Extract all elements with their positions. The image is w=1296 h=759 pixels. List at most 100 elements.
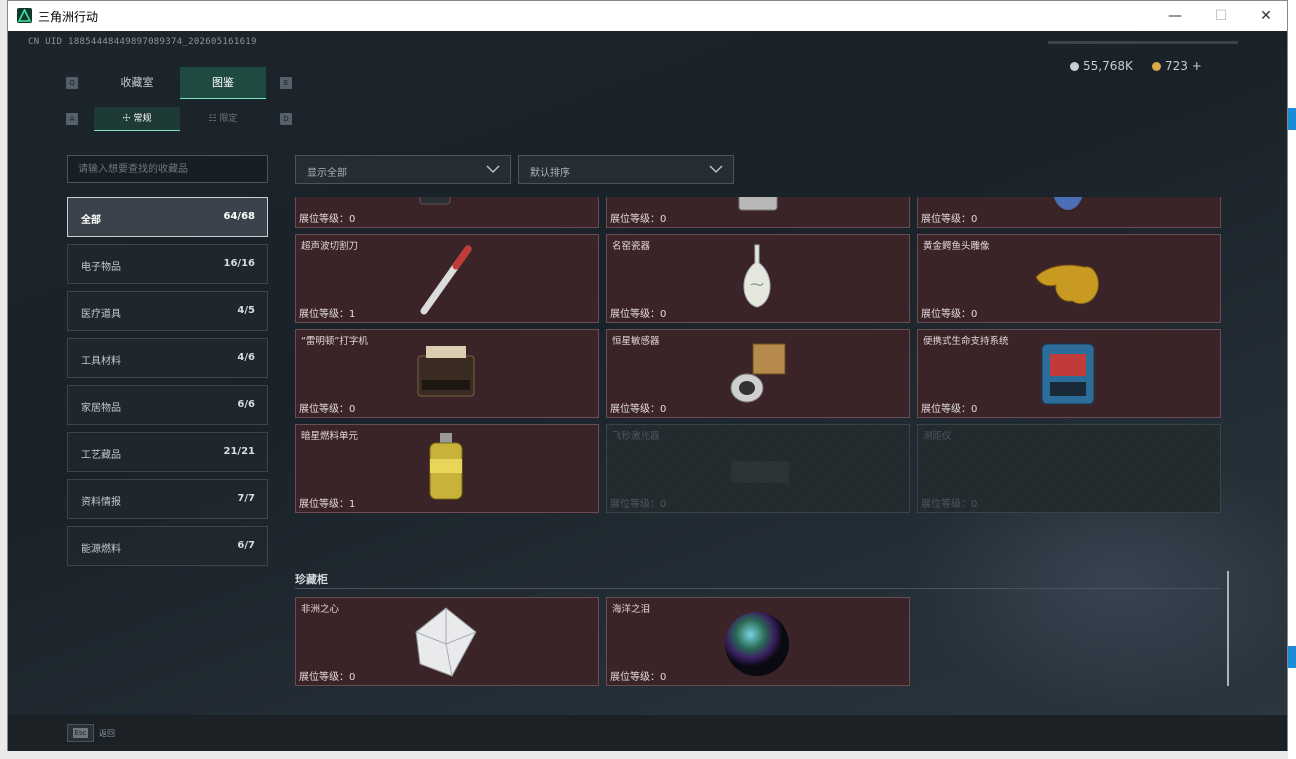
prev-tab-key: Q xyxy=(66,77,78,89)
golden-crocodile-icon xyxy=(1028,241,1108,319)
item-name: 名窑瓷器 xyxy=(612,241,651,252)
game-viewport: CN UID 18854448449897089374_202605161619… xyxy=(8,31,1287,751)
category-count: 16/16 xyxy=(223,258,255,269)
category-label: 电子物品 xyxy=(81,262,121,273)
esc-key-button[interactable]: Esc xyxy=(67,724,94,742)
maximize-button[interactable]: ☐ xyxy=(1198,5,1244,27)
display-filter-label: 显示全部 xyxy=(307,168,347,179)
category-count: 4/5 xyxy=(237,305,255,316)
category-item[interactable]: 工具材料 4/6 xyxy=(67,338,268,378)
collection-card[interactable]: 名窑瓷器展位等级：0 xyxy=(606,234,910,323)
category-item[interactable]: 资料情报 7/7 xyxy=(67,479,268,519)
section-divider xyxy=(295,588,1221,589)
display-level: 展位等级：1 xyxy=(299,499,356,510)
treasure-section-title: 珍藏柜 xyxy=(295,573,328,586)
rangefinder-icon xyxy=(1028,431,1108,509)
search-input[interactable] xyxy=(68,156,267,182)
collection-card[interactable]: 黄金鳄鱼头雕像 展位等级：0 xyxy=(917,234,1221,323)
chevron-down-icon xyxy=(709,165,723,173)
back-label[interactable]: 返回 xyxy=(99,728,115,739)
prev-subtab-key: A xyxy=(66,113,78,125)
item-name: 飞秒激光器 xyxy=(612,431,660,442)
subtab-regular[interactable]: ☩ 常规 xyxy=(94,107,180,131)
display-level: 展位等级：1 xyxy=(299,309,356,320)
star-sensor-icon xyxy=(717,336,797,414)
category-item[interactable]: 医疗道具 4/5 xyxy=(67,291,268,331)
item-name: 超声波切割刀 xyxy=(301,241,359,252)
topbar-divider xyxy=(1048,41,1238,44)
category-label: 能源燃料 xyxy=(81,544,121,555)
scrollbar[interactable] xyxy=(1227,571,1229,686)
category-label: 资料情报 xyxy=(81,497,121,508)
display-level: 展位等级：0 xyxy=(299,672,356,683)
collection-card[interactable]: 非洲之心展位等级：0 xyxy=(295,597,599,686)
category-count: 7/7 xyxy=(237,493,255,504)
category-item[interactable]: 电子物品 16/16 xyxy=(67,244,268,284)
gas-canister-icon xyxy=(1028,197,1108,224)
currency-silver: 55,768K xyxy=(1070,59,1133,73)
sort-dropdown[interactable]: 默认排序 xyxy=(518,155,734,184)
typewriter-icon xyxy=(406,336,486,414)
laser-icon xyxy=(717,431,797,509)
currency-gold[interactable]: 723 + xyxy=(1152,59,1202,73)
category-count: 21/21 xyxy=(223,446,255,457)
display-level: 展位等级：0 xyxy=(299,214,356,225)
game-window: 三角洲行动 — ☐ ✕ CN UID 18854448449897089374_… xyxy=(7,0,1288,751)
display-level: 展位等级：0 xyxy=(610,214,667,225)
item-name: 非洲之心 xyxy=(301,604,340,615)
collection-card[interactable]: 暗星燃料单元 展位等级：1 xyxy=(295,424,599,513)
display-level: 展位等级：0 xyxy=(299,404,356,415)
tab-collection-room[interactable]: 收藏室 xyxy=(94,67,180,99)
item-name: 暗星燃料单元 xyxy=(301,431,359,442)
collection-card[interactable]: 便携式生命支持系统 展位等级：0 xyxy=(917,329,1221,418)
category-item[interactable]: 全部 64/68 xyxy=(67,197,268,237)
display-filter-dropdown[interactable]: 显示全部 xyxy=(295,155,511,184)
category-label: 工具材料 xyxy=(81,356,121,367)
next-tab-key: E xyxy=(280,77,292,89)
category-label: 医疗道具 xyxy=(81,309,121,320)
diamond-icon xyxy=(406,604,486,682)
collection-card[interactable]: 展位等级：0 xyxy=(606,197,910,228)
sort-label: 默认排序 xyxy=(530,168,570,179)
collection-card[interactable]: 海洋之泪展位等级：0 xyxy=(606,597,910,686)
category-label: 工艺藏品 xyxy=(81,450,121,461)
display-level: 展位等级：0 xyxy=(921,309,978,320)
item-name: 海洋之泪 xyxy=(612,604,651,615)
regular-icon: ☩ xyxy=(122,114,134,124)
collection-card[interactable]: “雷明顿”打字机 展位等级：0 xyxy=(295,329,599,418)
display-level: 展位等级：0 xyxy=(921,404,978,415)
item-name: “雷明顿”打字机 xyxy=(301,336,368,347)
category-item[interactable]: 工艺藏品 21/21 xyxy=(67,432,268,472)
title-bar: 三角洲行动 — ☐ ✕ xyxy=(8,1,1287,31)
display-level: 展位等级：0 xyxy=(921,499,978,510)
item-name: 测距仪 xyxy=(923,431,952,442)
footer-bar: Esc 返回 xyxy=(8,715,1287,751)
limited-icon: ☷ xyxy=(208,114,220,124)
collection-card[interactable]: 超声波切割刀 展位等级：1 xyxy=(295,234,599,323)
gold-coin-icon xyxy=(1152,62,1161,71)
subtab-limited[interactable]: ☷ 限定 xyxy=(180,107,266,131)
tab-catalog[interactable]: 图鉴 xyxy=(180,67,266,99)
minimize-button[interactable]: — xyxy=(1152,5,1198,27)
window-title: 三角洲行动 xyxy=(38,10,99,24)
item-name: 黄金鳄鱼头雕像 xyxy=(923,241,990,252)
close-button[interactable]: ✕ xyxy=(1243,5,1289,27)
display-level: 展位等级：0 xyxy=(610,672,667,683)
collection-card[interactable]: 展位等级：0 xyxy=(295,197,599,228)
collection-card[interactable]: 测距仪展位等级：0 xyxy=(917,424,1221,513)
category-item[interactable]: 能源燃料 6/7 xyxy=(67,526,268,566)
search-box xyxy=(67,155,268,183)
category-count: 6/7 xyxy=(237,540,255,551)
category-label: 家居物品 xyxy=(81,403,121,414)
silver-coin-icon xyxy=(1070,62,1079,71)
heater-icon xyxy=(717,197,797,224)
collection-card[interactable]: 恒星敏感器 展位等级：0 xyxy=(606,329,910,418)
display-level: 展位等级：0 xyxy=(610,309,667,320)
display-level: 展位等级：0 xyxy=(610,404,667,415)
category-item[interactable]: 家居物品 6/6 xyxy=(67,385,268,425)
category-label: 全部 xyxy=(81,215,101,226)
collection-card[interactable]: 展位等级：0 xyxy=(917,197,1221,228)
collection-card[interactable]: 飞秒激光器 展位等级：0 xyxy=(606,424,910,513)
app-logo-icon xyxy=(17,8,32,23)
desktop: 三角洲行动 — ☐ ✕ CN UID 18854448449897089374_… xyxy=(0,0,1296,759)
